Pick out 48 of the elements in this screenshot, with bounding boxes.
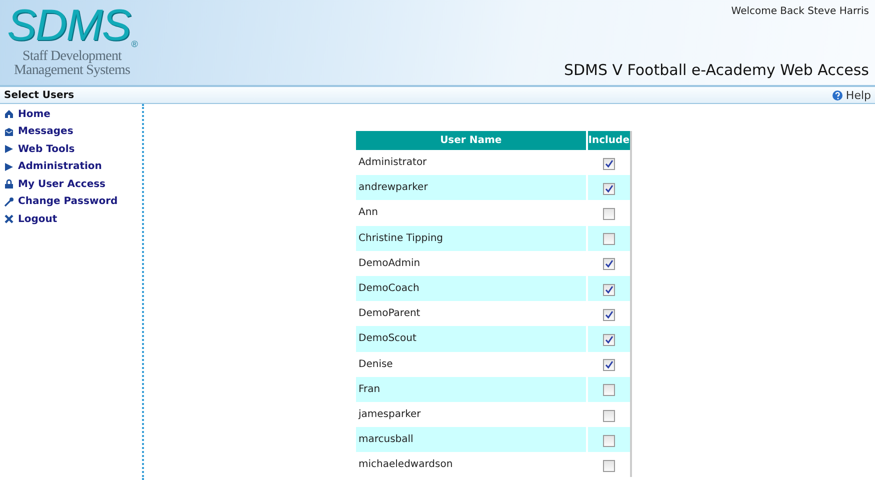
column-header: User Name bbox=[356, 131, 588, 150]
include-checkbox[interactable] bbox=[602, 182, 615, 195]
welcome-text: Welcome Back Steve Harris bbox=[731, 6, 869, 17]
include-checkbox[interactable] bbox=[602, 334, 615, 346]
play-icon bbox=[4, 162, 14, 172]
sidebar-item[interactable]: My User Access bbox=[4, 177, 142, 192]
user-name-cell: jamesparker bbox=[356, 402, 588, 428]
home-icon bbox=[4, 109, 14, 120]
envelope-icon bbox=[4, 126, 14, 137]
sidebar-item[interactable]: Messages bbox=[4, 124, 142, 139]
logo-text: Management Systems bbox=[14, 64, 130, 78]
close-icon bbox=[4, 214, 14, 224]
sidebar-item[interactable]: Administration bbox=[4, 160, 142, 174]
include-checkbox[interactable] bbox=[602, 410, 615, 422]
user-name-cell: Christine Tipping bbox=[356, 226, 588, 251]
registered-mark: ® bbox=[131, 38, 137, 50]
logo-mark: SDMS bbox=[7, 2, 130, 50]
help-icon bbox=[832, 90, 843, 100]
lock-icon bbox=[4, 179, 14, 190]
sidebar-item[interactable]: Home bbox=[4, 107, 142, 122]
include-checkbox[interactable] bbox=[602, 233, 615, 246]
logo-text: Staff Development bbox=[22, 50, 122, 64]
app-title: SDMS V Football e-Academy Web Access bbox=[564, 61, 869, 79]
user-name-cell: Administrator bbox=[356, 150, 588, 176]
user-name-cell: andrewparker bbox=[356, 175, 588, 200]
include-checkbox[interactable] bbox=[602, 258, 615, 270]
user-name-cell: marcusball bbox=[356, 427, 588, 452]
include-checkbox[interactable] bbox=[602, 284, 615, 296]
user-name-cell: DemoScout bbox=[356, 326, 588, 352]
sidebar-item[interactable]: Change Password bbox=[4, 194, 142, 209]
key-icon bbox=[4, 196, 14, 207]
user-name-cell: Fran bbox=[356, 376, 588, 402]
play-icon bbox=[4, 144, 14, 154]
include-checkbox[interactable] bbox=[602, 308, 615, 321]
include-checkbox[interactable] bbox=[602, 359, 615, 372]
sidebar-item[interactable]: Web Tools bbox=[4, 142, 142, 156]
include-checkbox[interactable] bbox=[602, 434, 615, 447]
sidebar-item[interactable]: Logout bbox=[4, 212, 142, 226]
include-checkbox[interactable] bbox=[602, 460, 615, 472]
include-checkbox[interactable] bbox=[602, 158, 615, 170]
user-name-cell: DemoCoach bbox=[356, 276, 588, 302]
help-link[interactable]: Help bbox=[832, 88, 871, 102]
include-checkbox[interactable] bbox=[602, 384, 615, 396]
column-header: Include bbox=[587, 131, 630, 150]
user-name-cell: DemoAdmin bbox=[356, 250, 588, 276]
page-title: Select Users bbox=[4, 90, 74, 100]
user-name-cell: DemoParent bbox=[356, 301, 588, 326]
include-checkbox[interactable] bbox=[602, 208, 615, 220]
